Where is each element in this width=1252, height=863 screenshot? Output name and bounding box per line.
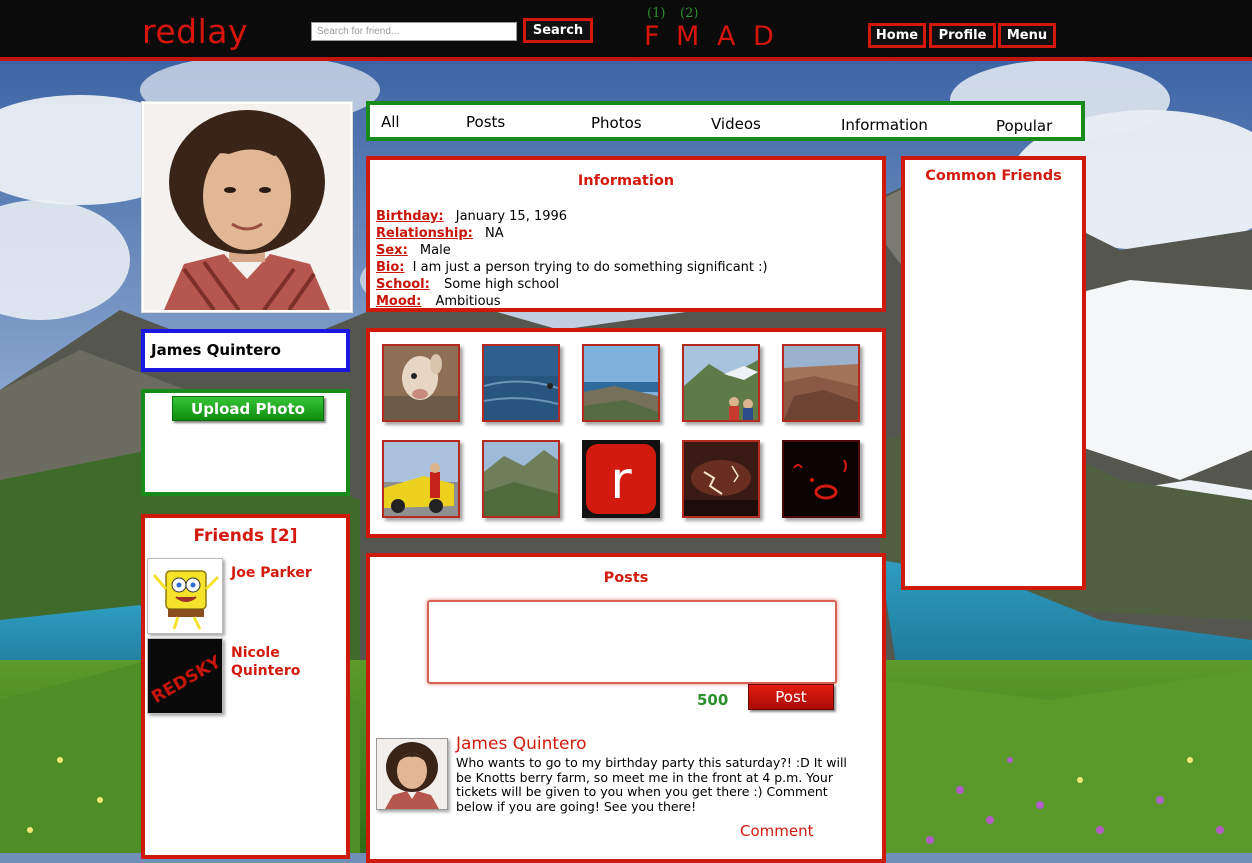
profile-name-box: James Quintero (141, 329, 350, 372)
friend-item[interactable]: Joe Parker (147, 558, 337, 636)
friends-title: Friends [2] (193, 526, 298, 546)
tab-photos[interactable]: Photos (591, 114, 642, 132)
information-title: Information (577, 173, 675, 189)
d-indicator[interactable]: D (753, 22, 774, 52)
redlay-r-logo: r (610, 451, 632, 511)
photo-thumbnail[interactable] (482, 344, 560, 422)
menu-button[interactable]: Menu (998, 23, 1056, 48)
notification-indicators: (1) (2) F M A D (640, 6, 780, 54)
top-navigation-bar: redlay Search (1) (2) F M A D Home Profi… (0, 0, 1252, 61)
m-count: (1) (647, 6, 666, 21)
profile-portrait-image (144, 104, 350, 312)
friend-avatar[interactable]: REDSKY (147, 638, 223, 714)
info-label: School: (376, 277, 430, 292)
info-label: Mood: (376, 294, 422, 309)
tab-videos[interactable]: Videos (711, 115, 761, 133)
friend-name[interactable]: Nicole Quintero (231, 644, 331, 680)
information-panel: Information Birthday: January 15, 1996 R… (366, 156, 886, 312)
photo-thumbnail[interactable] (582, 344, 660, 422)
photo-thumbnail[interactable]: r (582, 440, 660, 518)
info-sex: Sex: Male (376, 242, 451, 259)
posts-panel: Posts 500 Post James Quintero Who wants … (366, 553, 886, 863)
tab-information[interactable]: Information (841, 116, 928, 134)
post-author-avatar-image (377, 739, 447, 809)
spongebob-avatar-image (148, 559, 222, 633)
info-value: NA (485, 226, 504, 241)
photos-panel: r (366, 328, 886, 538)
info-birthday: Birthday: January 15, 1996 (376, 208, 567, 225)
upload-photo-panel: Upload Photo (141, 389, 350, 496)
info-school: School: Some high school (376, 276, 559, 293)
info-label: Relationship: (376, 226, 473, 241)
photo-thumbnail[interactable] (682, 440, 760, 518)
upload-photo-button[interactable]: Upload Photo (172, 396, 324, 421)
photo-thumbnail[interactable] (382, 344, 460, 422)
comment-link[interactable]: Comment (740, 822, 814, 840)
common-friends-panel: Common Friends (901, 156, 1086, 590)
friend-item[interactable]: REDSKY Nicole Quintero (147, 638, 337, 716)
char-count: 500 (697, 691, 729, 709)
info-value: Male (419, 243, 451, 258)
info-label: Sex: (376, 243, 408, 258)
tab-popular[interactable]: Popular (996, 117, 1052, 135)
photo-thumbnail[interactable] (682, 344, 760, 422)
posts-title: Posts (603, 570, 649, 586)
a-count: (2) (680, 6, 699, 21)
photo-thumbnail[interactable] (782, 440, 860, 518)
common-friends-title: Common Friends (925, 168, 1062, 184)
friend-avatar[interactable] (147, 558, 223, 634)
info-value: Ambitious (435, 294, 501, 309)
search-button[interactable]: Search (523, 18, 593, 43)
friends-panel: Friends [2] Joe Parker REDSKY Nicole Qui… (141, 514, 350, 859)
redsky-avatar-image: REDSKY (148, 639, 222, 713)
photo-thumbnail[interactable] (782, 344, 860, 422)
profile-name: James Quintero (151, 341, 281, 359)
redlay-logo[interactable]: redlay (142, 12, 248, 52)
photo-thumbnail[interactable] (382, 440, 460, 518)
info-relationship: Relationship: NA (376, 225, 504, 242)
friend-search-input[interactable] (311, 22, 517, 41)
post-textarea[interactable] (427, 600, 837, 684)
home-button[interactable]: Home (868, 23, 926, 48)
messages-indicator[interactable]: M (676, 22, 699, 52)
profile-picture[interactable] (141, 101, 353, 313)
info-value: Some high school (443, 277, 560, 292)
friend-name[interactable]: Joe Parker (231, 564, 331, 582)
info-value: I am just a person trying to do somethin… (412, 260, 768, 275)
info-value: January 15, 1996 (455, 209, 568, 224)
info-label: Birthday: (376, 209, 444, 224)
alerts-indicator[interactable]: A (717, 22, 735, 52)
photo-thumbnail[interactable] (482, 440, 560, 518)
info-mood: Mood: Ambitious (376, 293, 501, 310)
post-text: Who wants to go to my birthday party thi… (456, 755, 847, 814)
friend-requests-indicator[interactable]: F (644, 22, 660, 52)
tab-all[interactable]: All (381, 113, 400, 131)
post-button[interactable]: Post (748, 684, 834, 710)
profile-tabs: All Posts Photos Videos Information Popu… (366, 101, 1085, 141)
info-label: Bio: (376, 260, 405, 275)
tab-posts[interactable]: Posts (466, 113, 505, 131)
post-author-name[interactable]: James Quintero (456, 734, 587, 754)
profile-button[interactable]: Profile (929, 23, 996, 48)
info-bio: Bio: I am just a person trying to do som… (376, 259, 768, 276)
post-author-avatar[interactable] (376, 738, 448, 810)
